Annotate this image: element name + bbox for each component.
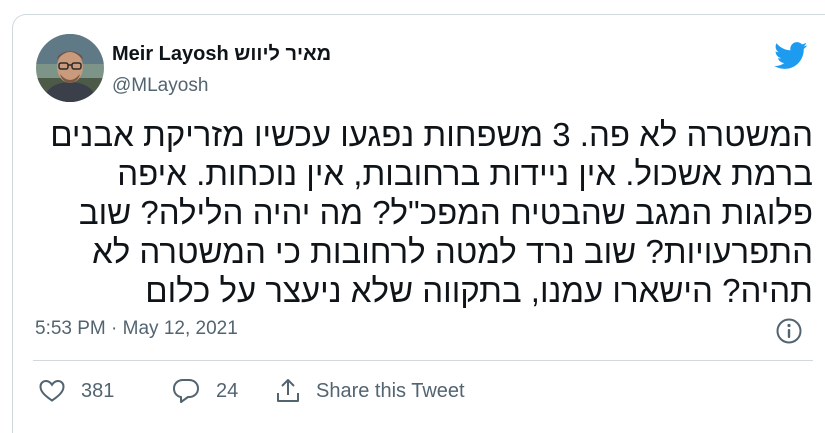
display-name[interactable]: Meir Layosh מאיר ליווש [112, 43, 331, 66]
twitter-bird-icon[interactable] [774, 42, 808, 70]
share-label: Share this Tweet [316, 379, 465, 402]
reply-button[interactable]: 24 [172, 376, 238, 406]
avatar[interactable] [36, 34, 104, 102]
tweet-text: המשטרה לא פה. 3 משפחות נפגעו עכשיו מזריק… [50, 116, 813, 309]
info-icon[interactable] [775, 317, 803, 345]
tweet-card: Meir Layosh מאיר ליווש @MLayosh המשטרה ל… [12, 14, 825, 433]
heart-icon [39, 379, 65, 402]
share-upload-icon [277, 379, 299, 402]
like-count: 381 [81, 379, 115, 402]
divider [33, 360, 813, 361]
reply-bubble-icon [173, 379, 199, 403]
user-handle[interactable]: @MLayosh [112, 75, 208, 97]
like-button[interactable]: 381 [39, 376, 114, 406]
share-button[interactable]: Share this Tweet [274, 376, 465, 406]
tweet-timestamp[interactable]: 5:53 PM · May 12, 2021 [35, 318, 238, 340]
profile-photo-icon [36, 34, 104, 102]
reply-count: 24 [216, 379, 239, 402]
